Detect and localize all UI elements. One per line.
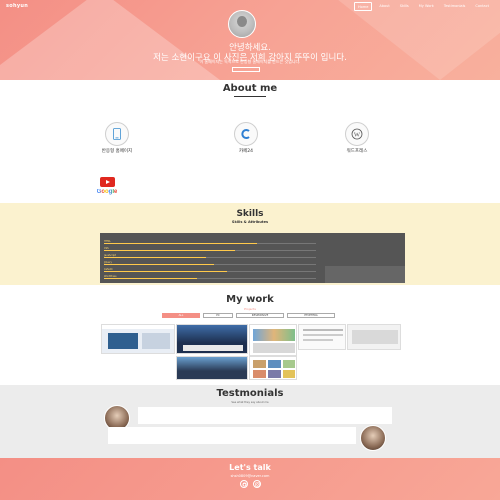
- feature-cafe24: 카페24: [216, 122, 276, 155]
- filter-all[interactable]: ALL: [162, 313, 200, 318]
- skill-track: [104, 278, 316, 280]
- site-logo-text: sohyun: [6, 3, 29, 9]
- nav-testimonials[interactable]: Testimonials: [441, 2, 469, 11]
- skills-subtitle: Skills & Attributes: [231, 220, 269, 224]
- nav-my-work[interactable]: My Work: [416, 2, 437, 11]
- nav-contact[interactable]: Contact: [472, 2, 492, 11]
- skill-track: [104, 250, 316, 252]
- footer-icons: [240, 480, 261, 488]
- about-title: About me: [222, 83, 278, 94]
- work-thumbnail[interactable]: [249, 356, 297, 380]
- skill-bar-row: HTML: [104, 240, 320, 246]
- main-nav: Home About Skills My Work Testimonials C…: [354, 2, 492, 11]
- about-divider: [234, 96, 266, 97]
- skill-bar-row: jQuery: [104, 261, 320, 267]
- skill-track: [104, 257, 316, 259]
- filter-pc[interactable]: PC: [203, 313, 233, 318]
- feature-title: 반응형 홈페이지: [101, 149, 133, 154]
- skills-table-header: [100, 233, 320, 238]
- contact-me-button[interactable]: [232, 67, 260, 72]
- hero-subtitle: 이 홈페이지는 독학으로 반응형 홈페이지를 만드는 것입니다.: [199, 59, 301, 64]
- mobile-icon: [105, 122, 129, 146]
- profile-avatar: [228, 10, 256, 38]
- nav-about[interactable]: About: [376, 2, 392, 11]
- site-logo[interactable]: sohyun: [6, 3, 28, 9]
- testimonials-subtitle: See what they say about me: [231, 401, 269, 404]
- skill-fill: [104, 250, 236, 252]
- nav-home[interactable]: Home: [354, 2, 373, 11]
- skill-bar-row: JavaScript: [104, 254, 320, 260]
- testimonials-section: Testmonials See what they say about me: [0, 385, 500, 458]
- hero-decoration: [0, 0, 220, 80]
- skill-track: [104, 243, 316, 245]
- testimonial-quote: [108, 427, 356, 444]
- work-thumbnail[interactable]: [298, 324, 346, 350]
- skill-bar-row: WordPress: [104, 275, 320, 281]
- footer-email[interactable]: shsh0809@naver.com: [0, 474, 500, 478]
- testimonials-title: Testmonials: [216, 388, 284, 399]
- skill-fill: [104, 243, 257, 245]
- work-subtitle: Projects: [244, 307, 256, 311]
- skills-title: Skills: [236, 209, 264, 219]
- instagram-icon[interactable]: [253, 480, 261, 488]
- skill-track: [104, 271, 316, 273]
- feature-title: 카페24: [238, 149, 253, 154]
- feature-responsive: 반응형 홈페이지: [87, 122, 147, 155]
- footer-title: Let's talk: [229, 463, 271, 472]
- hero-decoration: [300, 0, 500, 80]
- youtube-icon: [99, 176, 115, 187]
- contact-footer: Let's talk shsh0809@naver.com: [0, 458, 500, 500]
- skills-side-box: [325, 266, 405, 283]
- work-filters: ALL PC RESPONSIVE ETCETERA: [162, 313, 335, 318]
- nav-skills[interactable]: Skills: [397, 2, 412, 11]
- svg-text:W: W: [354, 131, 361, 138]
- youtube-link-row[interactable]: [96, 176, 124, 187]
- testimonial-quote: [138, 407, 392, 424]
- wordpress-icon: W: [345, 122, 369, 146]
- skill-fill: [104, 278, 198, 280]
- work-thumbnail[interactable]: [347, 324, 401, 350]
- skill-track: [104, 264, 316, 266]
- github-icon[interactable]: [240, 480, 248, 488]
- work-thumbnail[interactable]: [176, 324, 248, 354]
- skills-table: HTML CSS JavaScript jQuery Cafe24 WordPress: [100, 233, 405, 283]
- filter-etcetera[interactable]: ETCETERA: [287, 313, 335, 318]
- work-thumbnail[interactable]: [249, 324, 297, 356]
- c-icon: [234, 122, 258, 146]
- work-thumbnail[interactable]: [176, 356, 248, 380]
- skills-section: Skills Skills & Attributes HTML CSS JavaSc…: [0, 203, 500, 285]
- google-link-row[interactable]: Google: [96, 187, 124, 196]
- feature-title: 워드프레스: [346, 149, 368, 154]
- skill-fill: [104, 264, 215, 266]
- filter-responsive[interactable]: RESPONSIVE: [236, 313, 284, 318]
- google-icon: Google: [96, 188, 118, 195]
- testimonial-avatar: [360, 425, 386, 451]
- skill-bar-row: Cafe24: [104, 268, 320, 274]
- hero-section: sohyun Home About Skills My Work Testimo…: [0, 0, 500, 80]
- skill-fill: [104, 257, 206, 259]
- skill-fill: [104, 271, 227, 273]
- work-thumbnail[interactable]: [101, 324, 175, 354]
- skill-bar-row: CSS: [104, 247, 320, 253]
- hero-greeting-line1: 안녕하세요.: [229, 43, 271, 53]
- work-title: My work: [226, 294, 274, 305]
- feature-wordpress: W 워드프레스: [327, 122, 387, 155]
